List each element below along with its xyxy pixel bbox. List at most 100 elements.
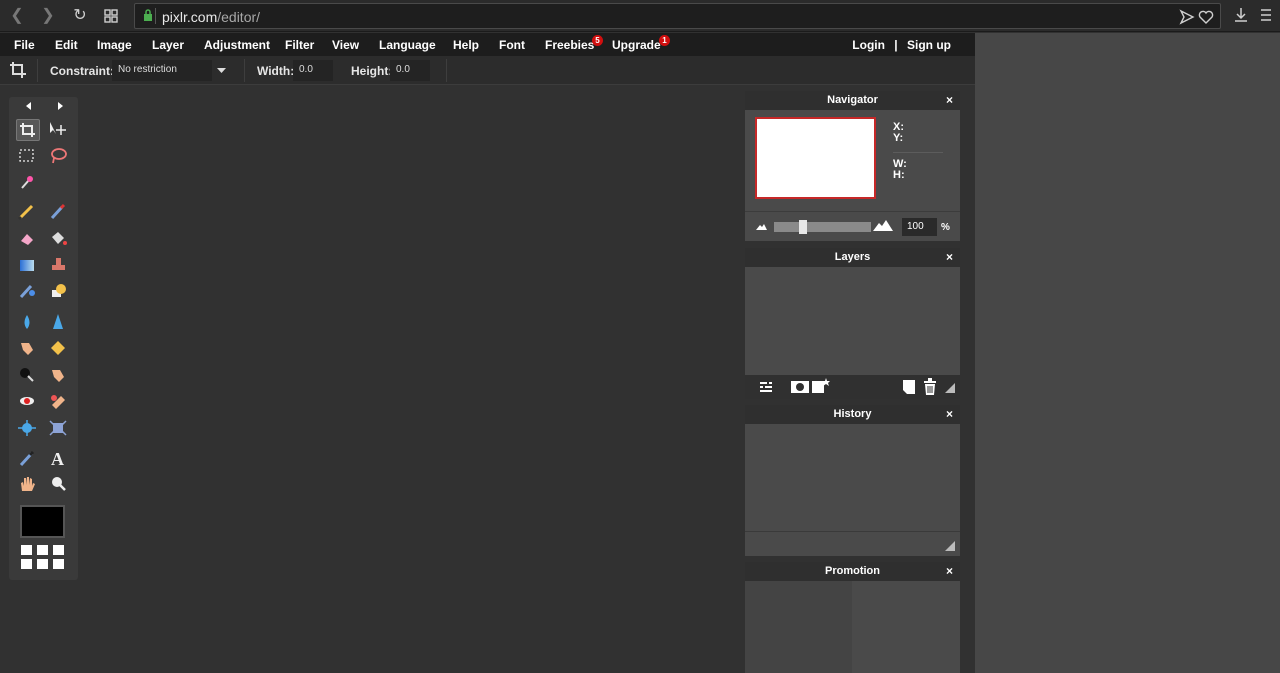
zoom-tool-icon[interactable]	[47, 474, 71, 496]
browser-menu-icon[interactable]	[1259, 6, 1273, 24]
pencil-tool-icon[interactable]	[16, 202, 40, 224]
swatch-icon[interactable]	[53, 545, 64, 555]
forward-icon[interactable]: ❯	[37, 5, 59, 27]
swatch-icon[interactable]	[21, 559, 32, 569]
pinch-tool-icon[interactable]	[47, 418, 71, 440]
navigator-header: Navigator ×	[745, 91, 960, 110]
trash-icon[interactable]	[923, 378, 937, 395]
marquee-tool-icon[interactable]	[16, 146, 40, 168]
red-eye-tool-icon[interactable]	[16, 391, 40, 413]
constraint-select[interactable]: No restriction	[112, 60, 212, 81]
divider	[745, 531, 960, 532]
menu-view[interactable]: View	[332, 38, 359, 52]
close-icon[interactable]: ×	[946, 562, 953, 581]
login-link[interactable]: Login	[852, 38, 885, 52]
navigator-panel: Navigator × X: Y: W: H: 100 %	[745, 91, 960, 241]
zoom-in-icon[interactable]	[873, 219, 893, 232]
layer-settings-icon[interactable]	[759, 380, 773, 394]
height-input[interactable]: 0.0	[390, 60, 430, 81]
clone-stamp-icon[interactable]	[47, 255, 71, 277]
zoom-slider[interactable]	[774, 220, 871, 234]
empty-page-area	[975, 33, 1280, 673]
menu-layer[interactable]: Layer	[152, 38, 184, 52]
divider	[37, 59, 38, 82]
chevron-down-icon[interactable]	[217, 68, 226, 74]
paint-bucket-icon[interactable]	[47, 228, 71, 250]
swatch-icon[interactable]	[37, 545, 48, 555]
height-label: Height:	[351, 64, 393, 78]
move-tool-icon[interactable]	[47, 119, 71, 141]
menu-file[interactable]: File	[14, 38, 35, 52]
menu-image[interactable]: Image	[97, 38, 132, 52]
zoom-out-icon[interactable]	[756, 222, 767, 231]
history-title: History	[833, 408, 872, 420]
spot-heal-tool-icon[interactable]	[47, 391, 71, 413]
menu-filter[interactable]: Filter	[285, 38, 314, 52]
download-icon[interactable]	[1232, 6, 1250, 24]
swatch-icon[interactable]	[21, 545, 32, 555]
color-replace-icon[interactable]	[16, 281, 40, 303]
resize-handle-icon[interactable]	[945, 541, 955, 551]
foreground-color-swatch[interactable]	[20, 505, 65, 538]
constraint-label: Constraint:	[50, 64, 114, 78]
send-icon[interactable]	[1178, 8, 1196, 26]
brush-tool-icon[interactable]	[47, 202, 71, 224]
width-input[interactable]: 0.0	[293, 60, 333, 81]
navigator-preview[interactable]	[755, 117, 876, 199]
svg-text:A: A	[51, 449, 64, 468]
menu-upgrade-label: Upgrade	[612, 38, 661, 52]
type-tool-icon[interactable]: A	[47, 448, 71, 470]
sponge-tool-icon[interactable]	[47, 338, 71, 360]
layer-effects-icon[interactable]	[812, 378, 830, 394]
reload-icon[interactable]: ↻	[69, 5, 91, 27]
sharpen-tool-icon[interactable]	[47, 312, 71, 334]
menu-edit[interactable]: Edit	[55, 38, 78, 52]
pixlr-editor: File Edit Image Layer Adjustment Filter …	[0, 33, 975, 673]
smudge-tool-icon[interactable]	[16, 338, 40, 360]
magic-wand-icon[interactable]	[16, 172, 40, 194]
close-icon[interactable]: ×	[946, 91, 953, 110]
toolbox-expand-right-icon[interactable]	[56, 102, 64, 110]
width-label: Width:	[257, 64, 295, 78]
back-icon[interactable]: ❮	[6, 5, 28, 27]
burn-tool-icon[interactable]	[47, 365, 71, 387]
lock-icon	[144, 9, 152, 21]
color-picker-icon[interactable]	[16, 448, 40, 470]
toolbox-collapse-left-icon[interactable]	[25, 102, 33, 110]
new-layer-icon[interactable]	[902, 379, 916, 395]
heart-icon[interactable]	[1197, 8, 1215, 26]
layers-title: Layers	[834, 251, 871, 263]
promotion-panel: Promotion ×	[745, 562, 960, 673]
close-icon[interactable]: ×	[946, 405, 953, 424]
menu-adjustment[interactable]: Adjustment	[204, 38, 270, 52]
h-label: H:	[893, 169, 905, 181]
lasso-tool-icon[interactable]	[47, 146, 71, 168]
url-text: pixlr.com/editor/	[162, 9, 260, 25]
dodge-tool-icon[interactable]	[16, 365, 40, 387]
address-bar[interactable]: pixlr.com/editor/	[134, 3, 1221, 29]
swatch-icon[interactable]	[37, 559, 48, 569]
hand-tool-icon[interactable]	[16, 474, 40, 496]
zoom-input[interactable]: 100	[902, 218, 937, 236]
menu-upgrade[interactable]: Upgrade 1	[612, 35, 670, 52]
browser-toolbar: ❮ ❯ ↻ pixlr.com/editor/	[0, 0, 1280, 32]
menu-help[interactable]: Help	[453, 38, 479, 52]
signup-link[interactable]: Sign up	[907, 38, 951, 52]
bloat-tool-icon[interactable]	[16, 418, 40, 440]
zoom-slider-thumb[interactable]	[799, 220, 807, 234]
swatch-icon[interactable]	[53, 559, 64, 569]
menu-freebies[interactable]: Freebies 5	[545, 35, 603, 52]
drawing-tool-icon[interactable]	[47, 281, 71, 303]
crop-tool-icon[interactable]	[16, 119, 40, 141]
menu-font[interactable]: Font	[499, 38, 525, 52]
layer-mask-icon[interactable]	[791, 380, 809, 394]
menu-language[interactable]: Language	[379, 38, 436, 52]
gradient-tool-icon[interactable]	[16, 255, 40, 277]
speed-dial-icon[interactable]	[100, 5, 122, 27]
close-icon[interactable]: ×	[946, 248, 953, 267]
eraser-tool-icon[interactable]	[16, 228, 40, 250]
history-panel: History ×	[745, 405, 960, 556]
resize-handle-icon[interactable]	[945, 383, 955, 393]
divider	[446, 59, 447, 82]
blur-tool-icon[interactable]	[16, 312, 40, 334]
